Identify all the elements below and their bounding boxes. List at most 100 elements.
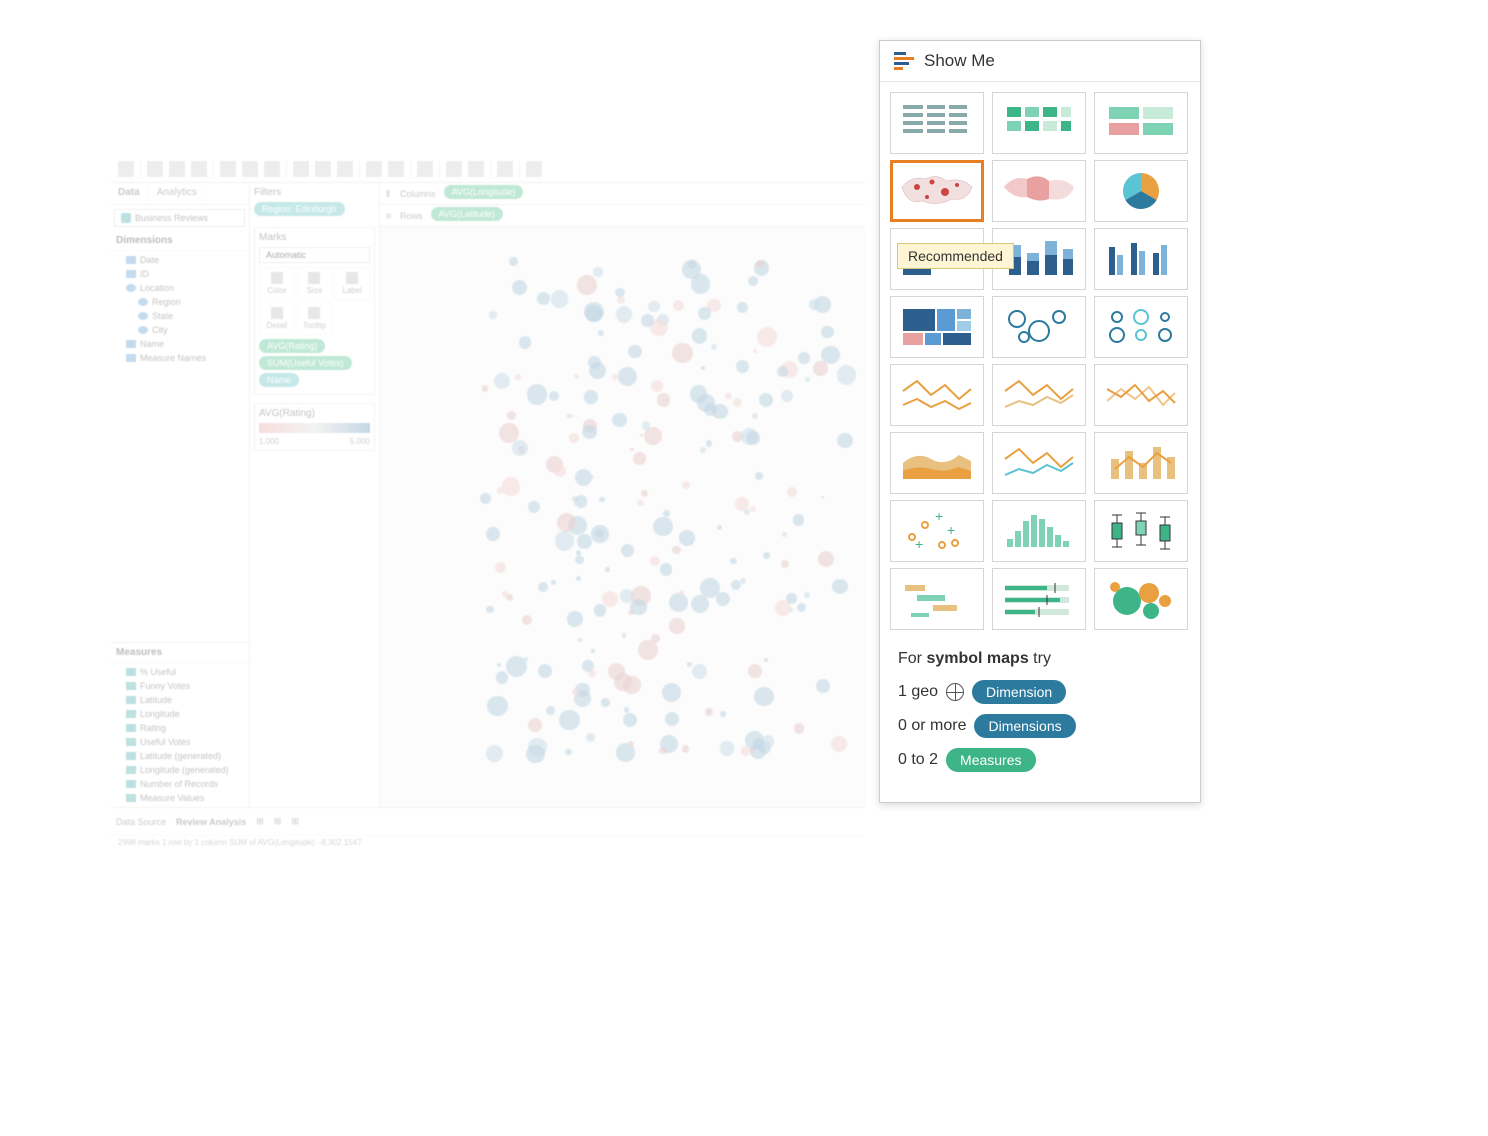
chart-type-scatter-plot[interactable]: +++ [890, 500, 984, 562]
chart-type-area-discrete[interactable] [992, 432, 1086, 494]
chart-type-symbol-map[interactable] [890, 160, 984, 222]
field-useful-votes[interactable]: Useful Votes [110, 735, 249, 749]
field-measure-values[interactable]: Measure Values [110, 791, 249, 805]
cards-panel: Filters Region: Edinburgh Marks Automati… [250, 183, 380, 807]
rows-label: Rows [400, 211, 423, 221]
new-dashboard-icon[interactable]: ⊞ [274, 816, 282, 827]
tableau-app-background: Data Analytics Business Reviews Dimensio… [110, 155, 865, 835]
chart-type-heat-map[interactable] [992, 92, 1086, 154]
field-funny-votes[interactable]: Funny Votes [110, 679, 249, 693]
columns-label: Columns [400, 189, 436, 199]
rows-icon: ≡ [386, 211, 396, 221]
forward-icon[interactable] [169, 161, 185, 177]
rows-shelf[interactable]: ≡ Rows AVG(Latitude) [380, 205, 865, 227]
field-location[interactable]: Location [110, 281, 249, 295]
duplicate-icon[interactable] [264, 161, 280, 177]
sort-asc-icon[interactable] [315, 161, 331, 177]
fit-dropdown-icon[interactable] [468, 161, 484, 177]
recommended-tooltip: Recommended [897, 243, 1014, 269]
field-num-records[interactable]: Number of Records [110, 777, 249, 791]
field-region[interactable]: Region [110, 295, 249, 309]
marks-type-dropdown[interactable]: Automatic [259, 247, 370, 263]
field-rating[interactable]: Rating [110, 721, 249, 735]
new-worksheet-icon[interactable]: ⊞ [256, 816, 264, 827]
chart-type-treemap[interactable] [890, 296, 984, 358]
marks-label-cell[interactable]: Label [334, 267, 370, 300]
columns-icon: ⫴ [386, 189, 396, 199]
status-bar: 2998 marks 1 row by 1 column SUM of AVG(… [110, 835, 865, 853]
chart-type-highlight-table[interactable] [1094, 92, 1188, 154]
field-measure-names[interactable]: Measure Names [110, 351, 249, 365]
mark-pill-rating[interactable]: AVG(Rating) [259, 339, 325, 353]
columns-pill[interactable]: AVG(Longitude) [444, 185, 524, 199]
marks-tooltip[interactable]: Tooltip [297, 302, 333, 335]
field-id[interactable]: ID [110, 267, 249, 281]
marks-color[interactable]: Color [259, 267, 295, 300]
chart-type-histogram[interactable] [992, 500, 1086, 562]
marks-label: Marks [259, 232, 370, 243]
chart-type-gantt[interactable] [890, 568, 984, 630]
tab-datasource[interactable]: Data Source [116, 817, 166, 827]
datasource-selector[interactable]: Business Reviews [114, 209, 245, 227]
filter-pill-region[interactable]: Region: Edinburgh [254, 202, 345, 216]
showme-panel: Show Me [879, 40, 1201, 803]
dimensions-list: Date ID Location Region State City Name … [110, 251, 249, 367]
chart-type-dual-line[interactable] [1094, 364, 1188, 426]
chart-type-side-by-side-bar[interactable] [1094, 228, 1188, 290]
new-datasource-icon[interactable] [220, 161, 236, 177]
marks-size[interactable]: Size [297, 267, 333, 300]
presentation-icon[interactable] [526, 161, 542, 177]
field-state[interactable]: State [110, 309, 249, 323]
field-long-gen[interactable]: Longitude (generated) [110, 763, 249, 777]
bottom-tabs: Data Source Review Analysis ⊞ ⊞ ⊞ [110, 807, 865, 835]
sort-desc-icon[interactable] [337, 161, 353, 177]
columns-shelf[interactable]: ⫴ Columns AVG(Longitude) [380, 183, 865, 205]
hint-pill-dimensions: Dimensions [974, 714, 1075, 738]
field-latitude[interactable]: Latitude [110, 693, 249, 707]
swap-icon[interactable] [293, 161, 309, 177]
chart-type-pie-chart[interactable] [1094, 160, 1188, 222]
group-icon[interactable] [388, 161, 404, 177]
field-date[interactable]: Date [110, 253, 249, 267]
field-lat-gen[interactable]: Latitude (generated) [110, 749, 249, 763]
labels-icon[interactable] [417, 161, 433, 177]
hint-row-measures: 0 to 2 Measures [898, 748, 1182, 772]
highlight-icon[interactable] [366, 161, 382, 177]
field-name[interactable]: Name [110, 337, 249, 351]
mark-pill-useful[interactable]: SUM(Useful Votes) [259, 356, 352, 370]
showme-header[interactable]: Show Me [880, 41, 1200, 82]
save-icon[interactable] [191, 161, 207, 177]
map-visualization[interactable] [380, 227, 865, 807]
globe-icon [946, 683, 964, 701]
chart-type-dual-combination[interactable] [1094, 432, 1188, 494]
measures-header: Measures [110, 643, 249, 663]
chart-type-text-table[interactable] [890, 92, 984, 154]
chart-type-box-and-whisker[interactable] [1094, 500, 1188, 562]
cards-icon[interactable] [497, 161, 513, 177]
chart-type-line-discrete[interactable] [992, 364, 1086, 426]
analytics-tab[interactable]: Analytics [149, 183, 206, 204]
chart-type-line-continuous[interactable] [890, 364, 984, 426]
field-city[interactable]: City [110, 323, 249, 337]
chart-type-packed-bubbles[interactable] [1094, 568, 1188, 630]
data-sidebar: Data Analytics Business Reviews Dimensio… [110, 183, 250, 807]
tab-review-analysis[interactable]: Review Analysis [176, 817, 246, 827]
marks-detail[interactable]: Detail [259, 302, 295, 335]
field-useful-pct[interactable]: % Useful [110, 665, 249, 679]
color-legend: AVG(Rating) 1.000 5.000 [254, 403, 375, 451]
chart-type-filled-map[interactable] [992, 160, 1086, 222]
back-icon[interactable] [147, 161, 163, 177]
new-story-icon[interactable]: ⊞ [291, 816, 299, 827]
showme-logo-icon [894, 52, 914, 70]
field-longitude[interactable]: Longitude [110, 707, 249, 721]
chart-type-bullet-graph[interactable] [992, 568, 1086, 630]
fit-icon[interactable] [446, 161, 462, 177]
legend-max: 5.000 [350, 437, 370, 446]
chart-type-area-continuous[interactable] [890, 432, 984, 494]
chart-type-circle-views[interactable] [992, 296, 1086, 358]
data-tab[interactable]: Data [110, 183, 149, 204]
new-sheet-icon[interactable] [242, 161, 258, 177]
mark-pill-name[interactable]: Name [259, 373, 299, 387]
chart-type-side-by-side-circle[interactable] [1094, 296, 1188, 358]
rows-pill[interactable]: AVG(Latitude) [431, 207, 503, 221]
